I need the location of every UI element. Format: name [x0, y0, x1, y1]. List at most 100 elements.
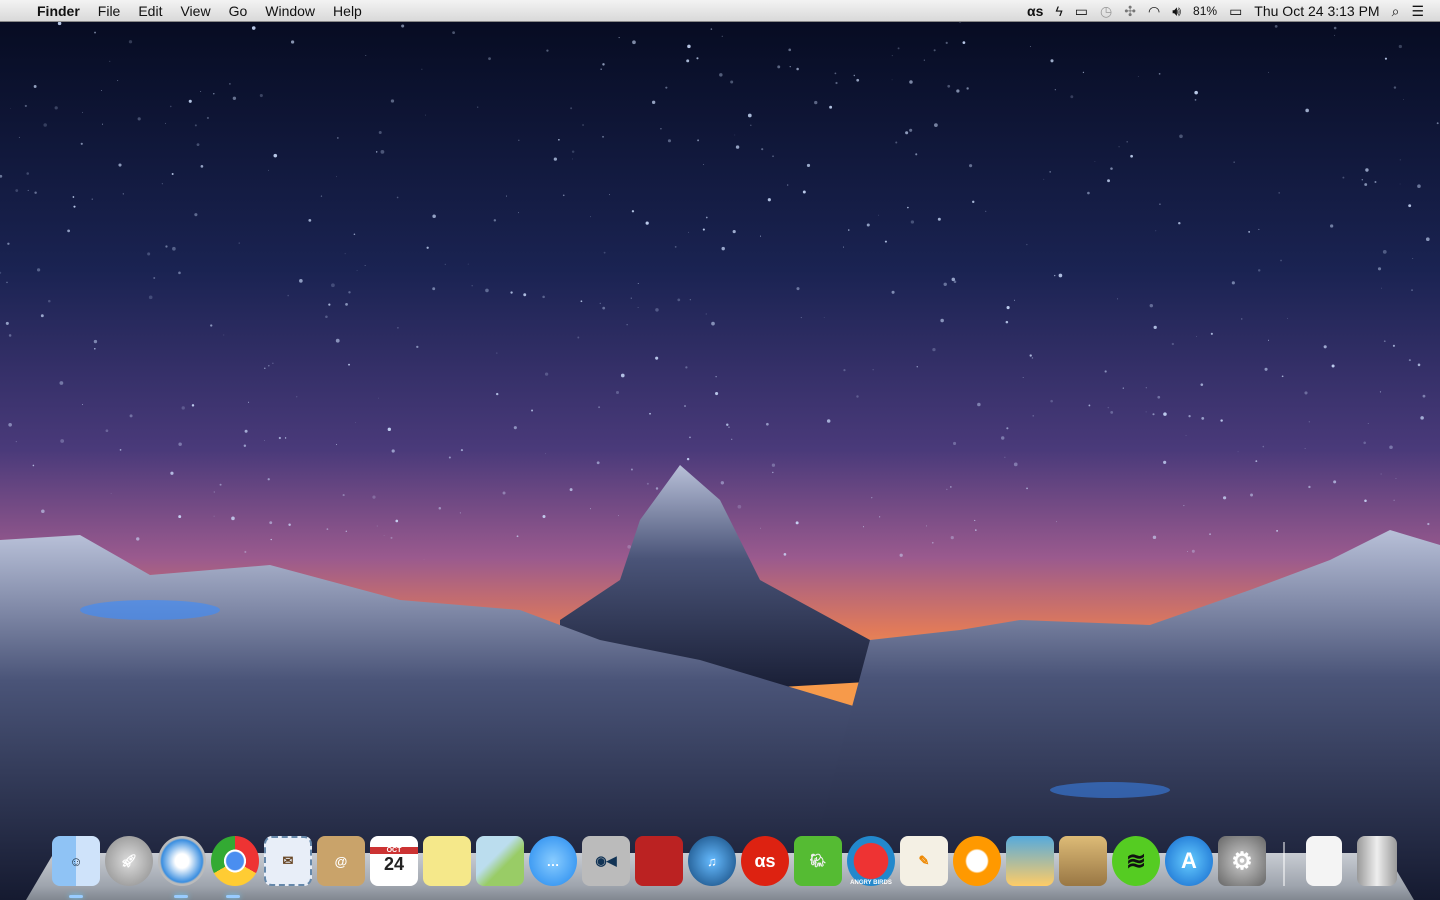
dock-aperture[interactable] — [1059, 836, 1107, 886]
star — [395, 519, 399, 523]
star — [1379, 391, 1382, 393]
star — [1408, 359, 1411, 362]
star — [206, 116, 210, 120]
dock-pages[interactable]: ✎ — [900, 836, 948, 886]
star — [219, 483, 222, 486]
star — [686, 457, 690, 461]
dock-system-preferences[interactable]: ⚙ — [1218, 836, 1266, 886]
star — [485, 288, 489, 293]
dock-calendar[interactable]: OCT 24 — [370, 836, 418, 886]
spotlight-search-icon[interactable]: ⌕ — [1386, 0, 1406, 22]
notification-center-icon[interactable]: ☰ — [1405, 0, 1440, 22]
menu-app-finder[interactable]: Finder — [28, 0, 89, 22]
star — [674, 245, 677, 248]
dock-notes[interactable] — [423, 836, 471, 886]
star — [421, 68, 423, 70]
star — [1201, 417, 1205, 420]
dock-app-store[interactable]: A — [1165, 836, 1213, 886]
star — [1209, 533, 1211, 536]
star — [5, 321, 9, 325]
star — [544, 372, 549, 376]
star — [1145, 387, 1147, 389]
star — [715, 375, 717, 378]
lastfm-status-icon[interactable]: αs — [1021, 0, 1049, 22]
star — [975, 529, 977, 531]
dock-mail[interactable]: ✉ — [264, 836, 312, 886]
star — [1158, 72, 1161, 75]
menu-go[interactable]: Go — [220, 0, 257, 22]
menu-help[interactable]: Help — [324, 0, 371, 22]
star — [1005, 320, 1009, 324]
star — [761, 148, 764, 151]
clock[interactable]: Thu Oct 24 3:13 PM — [1248, 0, 1385, 22]
star — [1107, 406, 1110, 409]
airplay-icon[interactable]: ▭ — [1069, 0, 1094, 22]
star — [905, 131, 909, 135]
star — [1104, 370, 1107, 373]
star — [105, 429, 109, 433]
dock-chrome[interactable] — [211, 836, 259, 886]
star — [689, 436, 691, 439]
star — [731, 438, 733, 440]
dock-iphoto[interactable] — [1006, 836, 1054, 886]
star — [244, 550, 247, 553]
dock-trash[interactable] — [1357, 836, 1397, 886]
star — [1398, 44, 1402, 49]
star — [122, 193, 124, 195]
battery-icon[interactable]: ▭ — [1223, 0, 1248, 22]
star — [720, 481, 725, 485]
star — [210, 324, 213, 327]
menu-window[interactable]: Window — [256, 0, 324, 22]
dock-messages[interactable]: … — [529, 836, 577, 886]
dock-photo-booth[interactable] — [635, 836, 683, 886]
star — [448, 456, 451, 459]
star — [118, 163, 122, 167]
star — [856, 395, 859, 398]
star — [34, 191, 37, 194]
star — [378, 397, 380, 399]
dock-facetime[interactable]: ◉◀ — [582, 836, 630, 886]
flash-icon[interactable]: ϟ — [1049, 0, 1068, 22]
volume-icon[interactable]: 🔊︎ — [1166, 0, 1187, 22]
battery-percent[interactable]: 81% — [1187, 0, 1223, 22]
dock-maps[interactable] — [476, 836, 524, 886]
star — [609, 194, 611, 196]
time-machine-icon[interactable]: ◷ — [1094, 0, 1118, 22]
star — [897, 47, 900, 50]
star — [1122, 387, 1124, 389]
dock-ibooks[interactable] — [953, 836, 1001, 886]
star — [272, 362, 274, 365]
star — [513, 426, 517, 430]
dock-safari[interactable] — [158, 836, 206, 886]
menu-view[interactable]: View — [171, 0, 219, 22]
star — [273, 153, 278, 158]
star — [829, 105, 833, 109]
dock-evernote[interactable]: 🐘︎ — [794, 836, 842, 886]
dock-spotify[interactable]: ≋ — [1112, 836, 1160, 886]
dock-lastfm[interactable]: αs — [741, 836, 789, 886]
star — [1159, 203, 1161, 205]
bluetooth-icon[interactable]: ✣ — [1118, 0, 1142, 22]
dock-document[interactable] — [1306, 836, 1342, 886]
menu-file[interactable]: File — [89, 0, 130, 22]
star — [1188, 415, 1191, 418]
star — [667, 139, 672, 143]
star — [909, 80, 913, 84]
star — [589, 508, 591, 510]
dock-itunes[interactable]: ♫ — [688, 836, 736, 886]
star — [1304, 448, 1306, 449]
dock-launchpad[interactable]: 🚀︎ — [105, 836, 153, 886]
dock-contacts[interactable]: @ — [317, 836, 365, 886]
star — [1191, 549, 1195, 553]
star — [1304, 391, 1308, 395]
wifi-icon[interactable]: ◠ — [1142, 0, 1166, 22]
dock-angry-birds[interactable]: ANGRY BIRDS — [847, 836, 895, 886]
menu-edit[interactable]: Edit — [129, 0, 171, 22]
star — [1210, 332, 1213, 335]
star — [496, 352, 498, 354]
star — [1056, 521, 1057, 523]
star — [172, 246, 176, 251]
star — [637, 283, 639, 285]
dock-finder[interactable]: ☺ — [52, 836, 100, 886]
star — [496, 392, 499, 396]
